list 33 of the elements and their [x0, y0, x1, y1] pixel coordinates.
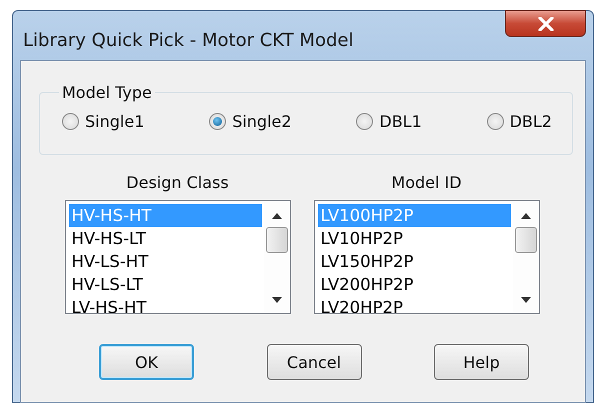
scroll-up-icon[interactable] [520, 213, 530, 219]
radio-label[interactable]: DBL2 [510, 112, 552, 131]
list-item[interactable]: LV20HP2P [318, 296, 510, 313]
scroll-thumb[interactable] [266, 227, 288, 253]
scroll-down-icon[interactable] [520, 297, 530, 303]
radio-button[interactable] [486, 113, 504, 130]
dialog-button[interactable]: OK [99, 344, 194, 380]
list-item[interactable]: LV200HP2P [318, 273, 510, 296]
list-item[interactable]: LV10HP2P [318, 227, 510, 250]
radio-label[interactable]: DBL1 [379, 112, 422, 131]
scroll-up-icon[interactable] [272, 213, 282, 219]
window-title: Library Quick Pick - Motor CKT Model [22, 30, 354, 51]
list-item[interactable]: HV-HS-LT [68, 227, 262, 250]
radio-label[interactable]: Single2 [232, 112, 292, 131]
list-item[interactable]: HV-LS-HT [68, 250, 262, 273]
list-label: Design Class [126, 173, 229, 192]
scroll-thumb[interactable] [514, 227, 536, 253]
radio-button[interactable] [62, 113, 79, 130]
dialog-button[interactable]: Help [434, 344, 529, 380]
radio-label[interactable]: Single1 [85, 112, 144, 131]
list-label: Model ID [391, 173, 462, 192]
list-box[interactable]: HV-HS-HT HV-HS-LT HV-LS-HT HV-LS-LT LV-HS-HT [64, 200, 290, 314]
close-button[interactable] [505, 10, 586, 37]
close-icon [538, 16, 554, 30]
list-item[interactable]: HV-LS-LT [68, 273, 262, 296]
radio-button[interactable] [209, 113, 226, 130]
list-item[interactable]: LV150HP2P [318, 250, 510, 273]
dialog-button[interactable]: Cancel [266, 344, 362, 380]
radio-button[interactable] [356, 113, 374, 130]
scroll-down-icon[interactable] [272, 297, 282, 303]
list-item[interactable]: LV-HS-HT [68, 296, 262, 313]
group-label: Model Type [61, 83, 153, 102]
list-box[interactable]: LV100HP2P LV10HP2P LV150HP2P LV200HP2P LV20HP2P [314, 200, 540, 314]
